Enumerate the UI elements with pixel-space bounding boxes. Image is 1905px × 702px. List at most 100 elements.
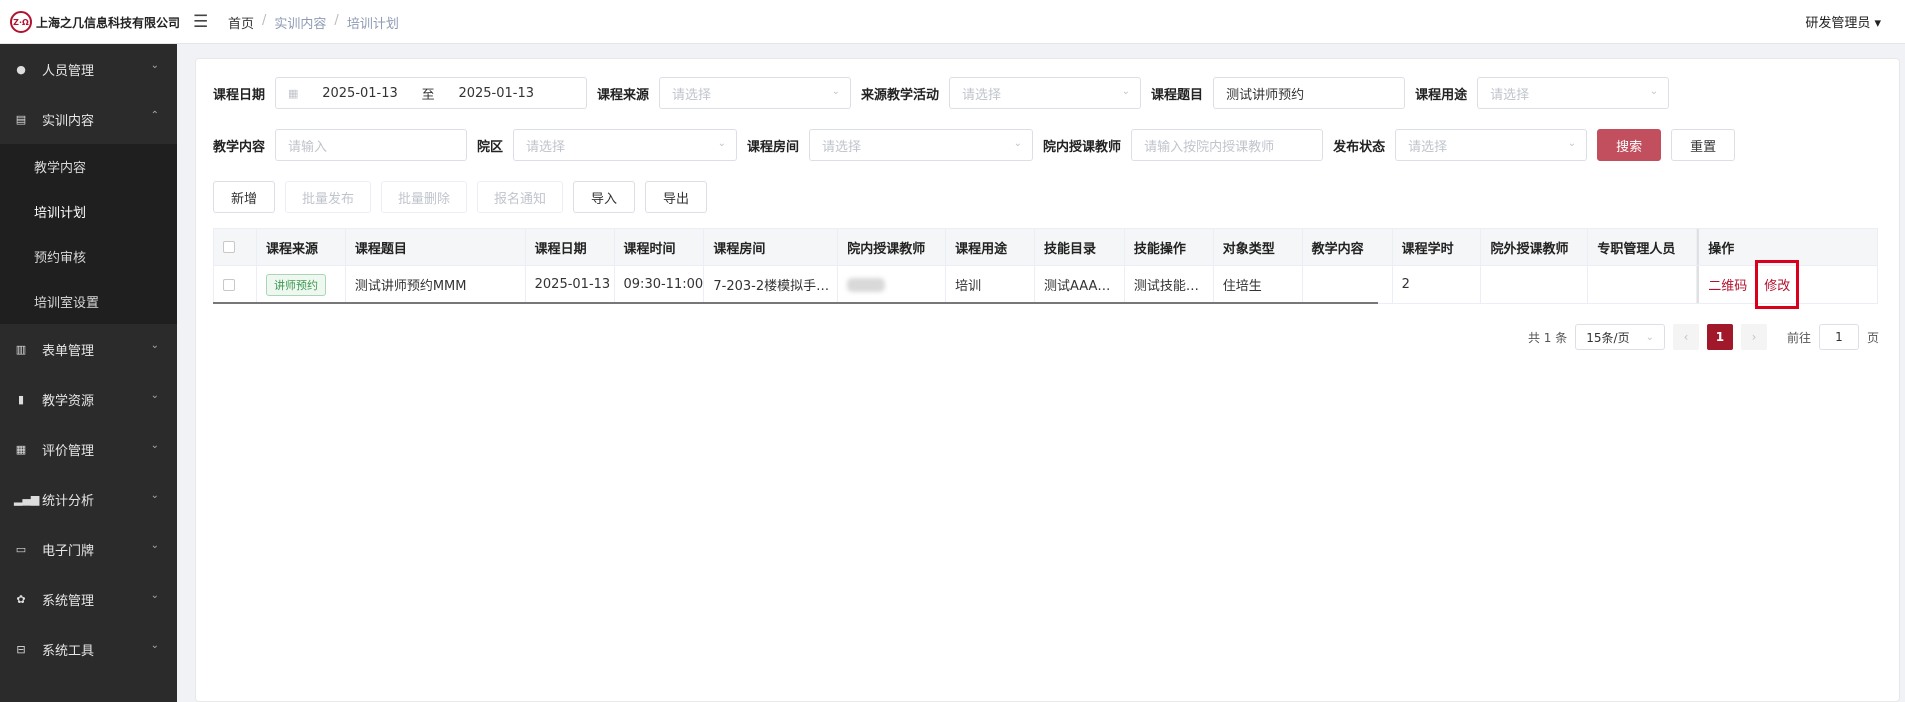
menu-toggle-icon[interactable]: ☰ bbox=[193, 12, 208, 32]
goto-label: 前往 bbox=[1786, 330, 1811, 345]
room-select[interactable]: 请选择 ⌄ bbox=[809, 129, 1034, 161]
chevron-down-icon: ⌄ bbox=[1645, 331, 1654, 343]
row-checkbox[interactable] bbox=[223, 278, 235, 291]
status-select[interactable]: 请选择 ⌄ bbox=[1395, 129, 1588, 161]
training-plan-table: 课程来源 课程题目 课程日期 课程时间 课程房间 院内授课教师 课程用途 技能目… bbox=[213, 228, 1878, 309]
company-name: 上海之几信息科技有限公司 bbox=[36, 15, 181, 30]
goto-page-input[interactable]: 1 bbox=[1818, 324, 1859, 350]
chevron-down-icon: ⌄ bbox=[150, 440, 159, 451]
date-end: 2025-01-13 bbox=[458, 85, 534, 101]
table-row: 讲师预约 测试讲师预约MMM 2025-01-13 09:30-11:00 7-… bbox=[214, 260, 1877, 309]
cell-date: 2025-01-13 bbox=[526, 266, 615, 303]
redacted-teacher bbox=[847, 277, 886, 292]
sidebar-subitem-room-settings[interactable]: 培训室设置 bbox=[0, 279, 177, 324]
batch-publish-button[interactable]: 批量发布 bbox=[285, 181, 371, 213]
col-content: 教学内容 bbox=[1303, 229, 1393, 265]
export-button[interactable]: 导出 bbox=[645, 181, 707, 213]
sidebar-item-people[interactable]: ● 人员管理 ⌄ bbox=[0, 44, 177, 94]
chevron-down-icon: ⌄ bbox=[1013, 138, 1023, 149]
chevron-down-icon: ⌄ bbox=[150, 390, 159, 401]
add-button[interactable]: 新增 bbox=[213, 181, 275, 213]
sidebar-item-forms[interactable]: ▥ 表单管理 ⌄ bbox=[0, 324, 177, 374]
course-source-select[interactable]: 请选择 ⌄ bbox=[659, 77, 852, 109]
chevron-down-icon: ⌄ bbox=[1649, 86, 1659, 97]
toolbox-icon: ⊟ bbox=[16, 642, 26, 656]
batch-delete-button[interactable]: 批量删除 bbox=[381, 181, 467, 213]
bar-chart-icon: ▂▄▆ bbox=[14, 492, 40, 506]
resource-icon: ▮ bbox=[17, 392, 25, 406]
form-icon: ▥ bbox=[15, 342, 27, 356]
date-range-picker[interactable]: ▦ 2025-01-13 至 2025-01-13 bbox=[275, 77, 588, 109]
course-title-input[interactable]: 测试讲师预约 bbox=[1213, 77, 1406, 109]
table-horizontal-scrollbar[interactable] bbox=[213, 302, 1378, 304]
sidebar-item-doorplate[interactable]: ▭ 电子门牌 ⌄ bbox=[0, 524, 177, 574]
status-label: 发布状态 bbox=[1333, 139, 1386, 155]
teaching-content-label: 教学内容 bbox=[213, 139, 266, 155]
book-icon: ▤ bbox=[15, 112, 27, 126]
col-course-use: 课程用途 bbox=[946, 229, 1035, 265]
date-start: 2025-01-13 bbox=[322, 85, 398, 101]
source-activity-select[interactable]: 请选择 ⌄ bbox=[949, 77, 1142, 109]
sidebar-item-statistics[interactable]: ▂▄▆ 统计分析 ⌄ bbox=[0, 474, 177, 524]
calendar-icon: ▦ bbox=[288, 86, 299, 100]
chevron-down-icon: ⌄ bbox=[150, 340, 159, 351]
signup-notice-button[interactable]: 报名通知 bbox=[477, 181, 563, 213]
breadcrumb-section[interactable]: 实训内容 bbox=[274, 13, 326, 32]
teacher-label: 院内授课教师 bbox=[1043, 139, 1122, 155]
sidebar: ● 人员管理 ⌄ ▤ 实训内容 ⌃ 教学内容 培训计划 预约审核 培训室设置 ▥… bbox=[0, 44, 177, 702]
training-submenu: 教学内容 培训计划 预约审核 培训室设置 bbox=[0, 144, 177, 324]
course-use-select[interactable]: 请选择 ⌄ bbox=[1477, 77, 1670, 109]
page-number-current[interactable]: 1 bbox=[1706, 324, 1733, 350]
col-course-date: 课程日期 bbox=[526, 229, 615, 265]
cell-ext-teacher bbox=[1481, 266, 1589, 303]
prev-page-button[interactable]: ‹ bbox=[1672, 324, 1699, 350]
page-size-select[interactable]: 15条/页 ⌄ bbox=[1575, 324, 1665, 350]
sidebar-item-resources[interactable]: ▮ 教学资源 ⌄ bbox=[0, 374, 177, 424]
sidebar-item-training[interactable]: ▤ 实训内容 ⌃ bbox=[0, 94, 177, 144]
next-page-button[interactable]: › bbox=[1740, 324, 1767, 350]
teaching-content-input[interactable]: 请输入 bbox=[275, 129, 468, 161]
campus-select[interactable]: 请选择 ⌄ bbox=[513, 129, 738, 161]
main-card: 课程日期 ▦ 2025-01-13 至 2025-01-13 课程来源 请选择 … bbox=[195, 58, 1900, 702]
col-ext-teacher: 院外授课教师 bbox=[1481, 229, 1589, 265]
page-suffix: 页 bbox=[1866, 330, 1879, 345]
total-count: 共 1 条 bbox=[1527, 330, 1568, 345]
cell-skill-op: 测试技能… bbox=[1125, 266, 1214, 303]
sidebar-item-tools[interactable]: ⊟ 系统工具 ⌄ bbox=[0, 624, 177, 674]
col-skill-op: 技能操作 bbox=[1125, 229, 1214, 265]
monitor-icon: ▭ bbox=[15, 542, 27, 556]
top-header: Z·Ω 上海之几信息科技有限公司 ☰ 首页 / 实训内容 / 培训计划 研发管理… bbox=[0, 0, 1905, 44]
course-date-label: 课程日期 bbox=[213, 87, 266, 103]
teacher-input[interactable]: 请输入按院内授课教师 bbox=[1131, 129, 1324, 161]
user-menu[interactable]: 研发管理员 ▾ bbox=[1805, 12, 1881, 31]
course-use-label: 课程用途 bbox=[1415, 87, 1468, 103]
company-logo[interactable]: Z·Ω 上海之几信息科技有限公司 bbox=[10, 11, 180, 33]
campus-label: 院区 bbox=[477, 139, 504, 155]
chevron-down-icon: ⌄ bbox=[150, 640, 159, 651]
chevron-down-icon: ⌄ bbox=[1567, 138, 1577, 149]
select-all-checkbox[interactable] bbox=[223, 241, 235, 253]
col-manager: 专职管理人员 bbox=[1588, 229, 1698, 265]
room-label: 课程房间 bbox=[747, 139, 800, 155]
user-name: 研发管理员 bbox=[1805, 16, 1871, 31]
table-header: 课程来源 课程题目 课程日期 课程时间 课程房间 院内授课教师 课程用途 技能目… bbox=[214, 229, 1877, 266]
sidebar-subitem-booking-review[interactable]: 预约审核 bbox=[0, 234, 177, 279]
search-button[interactable]: 搜索 bbox=[1597, 129, 1662, 161]
breadcrumb-home[interactable]: 首页 bbox=[228, 13, 254, 32]
reset-button[interactable]: 重置 bbox=[1671, 129, 1736, 161]
col-course-time: 课程时间 bbox=[615, 229, 705, 265]
edit-link[interactable]: 修改 bbox=[1755, 260, 1800, 309]
cell-time: 09:30-11:00 bbox=[615, 266, 705, 303]
sidebar-item-evaluation[interactable]: ▦ 评价管理 ⌄ bbox=[0, 424, 177, 474]
import-button[interactable]: 导入 bbox=[573, 181, 635, 213]
course-source-label: 课程来源 bbox=[597, 87, 650, 103]
col-skill-dir: 技能目录 bbox=[1035, 229, 1125, 265]
sidebar-subitem-teaching-content[interactable]: 教学内容 bbox=[0, 144, 177, 189]
qrcode-link[interactable]: 二维码 bbox=[1708, 275, 1747, 294]
col-course-room: 课程房间 bbox=[704, 229, 839, 265]
sidebar-item-system[interactable]: ✿ 系统管理 ⌄ bbox=[0, 574, 177, 624]
sidebar-subitem-training-plan[interactable]: 培训计划 bbox=[0, 189, 177, 234]
cell-manager bbox=[1588, 266, 1698, 303]
date-separator: 至 bbox=[421, 87, 435, 103]
cell-teacher bbox=[838, 266, 947, 303]
